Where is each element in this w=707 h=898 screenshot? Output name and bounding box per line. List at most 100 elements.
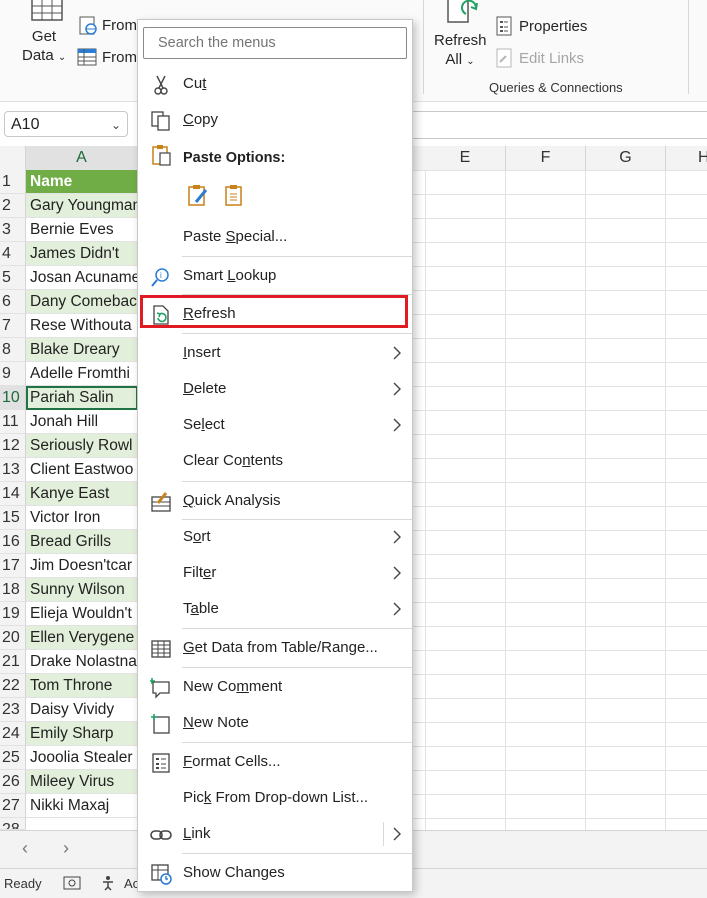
row-header[interactable]: 27: [0, 794, 26, 818]
row-header[interactable]: 25: [0, 746, 26, 770]
formula-input[interactable]: [412, 111, 707, 139]
menu-item-delete[interactable]: Delete: [138, 371, 412, 407]
column-header-e[interactable]: E: [425, 146, 506, 170]
table-cell[interactable]: James Didn't: [26, 242, 138, 266]
column-header-g[interactable]: G: [586, 146, 666, 170]
refresh-all-button[interactable]: Refresh All ⌄: [434, 31, 487, 71]
menu-item-paste-special[interactable]: Paste Special...: [138, 219, 412, 255]
get-data-button[interactable]: Get Data ⌄: [22, 27, 66, 67]
row-header[interactable]: 21: [0, 650, 26, 674]
row-header[interactable]: 8: [0, 338, 26, 362]
table-cell[interactable]: Emily Sharp: [26, 722, 138, 746]
table-cell[interactable]: Josan Acuname: [26, 266, 138, 290]
accessibility-icon[interactable]: [102, 875, 120, 891]
row-header[interactable]: 7: [0, 314, 26, 338]
table-cell[interactable]: Ellen Verygene: [26, 626, 138, 650]
from-web-button[interactable]: From: [102, 17, 137, 34]
row-header[interactable]: 28: [0, 818, 26, 830]
row-header[interactable]: 23: [0, 698, 26, 722]
menu-item-quick-analysis[interactable]: Quick Analysis: [138, 483, 412, 519]
column-header-a[interactable]: A: [26, 146, 138, 170]
row-header[interactable]: 16: [0, 530, 26, 554]
row-header[interactable]: 13: [0, 458, 26, 482]
chevron-right-icon[interactable]: ›: [63, 838, 69, 859]
table-cell[interactable]: Dany Comeback: [26, 290, 138, 314]
menu-search-input[interactable]: [143, 27, 407, 59]
properties-button[interactable]: Properties: [519, 18, 587, 35]
row-header[interactable]: 9: [0, 362, 26, 386]
table-cell[interactable]: Bernie Eves: [26, 218, 138, 242]
table-cell[interactable]: Jonah Hill: [26, 410, 138, 434]
row-header[interactable]: 5: [0, 266, 26, 290]
chevron-down-icon[interactable]: ⌄: [111, 112, 121, 138]
table-cell[interactable]: Sunny Wilson: [26, 578, 138, 602]
table-cell[interactable]: Victor Iron: [26, 506, 138, 530]
row-header[interactable]: 6: [0, 290, 26, 314]
table-cell[interactable]: Daisy Vividy: [26, 698, 138, 722]
table-cell[interactable]: Nikki Maxaj: [26, 794, 138, 818]
row-header[interactable]: 22: [0, 674, 26, 698]
table-cell[interactable]: Mileey Virus: [26, 770, 138, 794]
edit-links-button[interactable]: Edit Links: [519, 50, 584, 67]
select-all-corner[interactable]: [0, 146, 26, 170]
table-cell[interactable]: Kanye East: [26, 482, 138, 506]
menu-item-select[interactable]: Select: [138, 407, 412, 443]
row-header[interactable]: 15: [0, 506, 26, 530]
menu-item-show-changes[interactable]: Show Changes: [138, 855, 412, 891]
row-header[interactable]: 18: [0, 578, 26, 602]
menu-item-smart-lookup[interactable]: i Smart Lookup: [138, 258, 412, 294]
column-header-h[interactable]: H: [666, 146, 707, 170]
from-table-button[interactable]: From: [102, 49, 137, 66]
macro-record-icon[interactable]: [63, 876, 81, 890]
row-header[interactable]: 3: [0, 218, 26, 242]
menu-item-copy[interactable]: Copy: [138, 102, 412, 138]
table-cell[interactable]: Blake Dreary: [26, 338, 138, 362]
menu-item-insert[interactable]: Insert: [138, 335, 412, 371]
table-cell[interactable]: Elieja Wouldn't: [26, 602, 138, 626]
row-header[interactable]: 26: [0, 770, 26, 794]
paste-formatting-icon[interactable]: [186, 184, 210, 208]
quick-analysis-icon: [151, 492, 171, 512]
table-header-cell[interactable]: Name: [26, 170, 138, 194]
table-cell[interactable]: Jim Doesn'tcar: [26, 554, 138, 578]
table-cell[interactable]: Pariah Salin: [26, 386, 138, 410]
row-header[interactable]: 14: [0, 482, 26, 506]
menu-item-new-note[interactable]: New Note: [138, 705, 412, 741]
column-header-f[interactable]: F: [506, 146, 586, 170]
table-cell[interactable]: Drake Nolastna: [26, 650, 138, 674]
menu-item-link[interactable]: Link: [138, 816, 412, 852]
row-header[interactable]: 11: [0, 410, 26, 434]
menu-item-format-cells[interactable]: Format Cells...: [138, 744, 412, 780]
table-cell[interactable]: Adelle Fromthi: [26, 362, 138, 386]
table-cell[interactable]: Jooolia Stealer: [26, 746, 138, 770]
table-cell[interactable]: Client Eastwoo: [26, 458, 138, 482]
table-cell[interactable]: Rese Withouta: [26, 314, 138, 338]
menu-item-filter[interactable]: Filter: [138, 555, 412, 591]
row-header[interactable]: 10: [0, 386, 26, 410]
row-header[interactable]: 24: [0, 722, 26, 746]
menu-item-cut[interactable]: Cut: [138, 66, 412, 102]
table-cell[interactable]: Seriously Rowl: [26, 434, 138, 458]
menu-item-pick-from-dropdown[interactable]: Pick From Drop-down List...: [138, 780, 412, 816]
row-header[interactable]: 2: [0, 194, 26, 218]
menu-item-get-data-from-table[interactable]: Get Data from Table/Range...: [138, 630, 412, 666]
chevron-left-icon[interactable]: ‹: [22, 838, 28, 859]
table-cell[interactable]: Tom Throne: [26, 674, 138, 698]
row-header[interactable]: 1: [0, 170, 26, 194]
table-cell[interactable]: Gary Youngman: [26, 194, 138, 218]
row-header[interactable]: 20: [0, 626, 26, 650]
chevron-right-icon[interactable]: [392, 825, 402, 843]
grid-area[interactable]: [412, 170, 707, 830]
paste-icon[interactable]: [222, 184, 246, 208]
row-header[interactable]: 12: [0, 434, 26, 458]
row-header[interactable]: 4: [0, 242, 26, 266]
menu-item-table[interactable]: Table: [138, 591, 412, 627]
menu-item-new-comment[interactable]: New Comment: [138, 669, 412, 705]
menu-item-clear-contents[interactable]: Clear Contents: [138, 443, 412, 479]
menu-item-sort[interactable]: Sort: [138, 519, 412, 555]
row-header[interactable]: 19: [0, 602, 26, 626]
row-header[interactable]: 17: [0, 554, 26, 578]
table-cell[interactable]: Bread Grills: [26, 530, 138, 554]
name-box[interactable]: A10 ⌄: [4, 111, 128, 137]
menu-item-delete-label: Delete: [183, 380, 227, 397]
